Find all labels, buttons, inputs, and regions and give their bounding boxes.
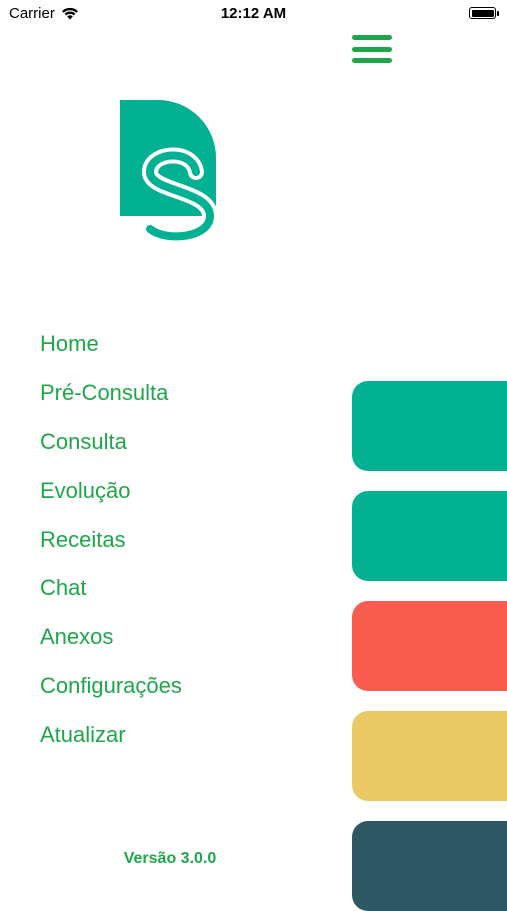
menu-item-chat[interactable]: Chat: [40, 569, 182, 618]
menu-item-configuracoes[interactable]: Configurações: [40, 667, 182, 716]
status-time: 12:12 AM: [220, 5, 287, 22]
menu-item-consulta[interactable]: Consulta: [40, 423, 182, 472]
menu-item-atualizar[interactable]: Atualizar: [40, 716, 182, 765]
menu-item-evolucao[interactable]: Evolução: [40, 472, 182, 521]
menu-item-pre-consulta[interactable]: Pré-Consulta: [40, 374, 182, 423]
menu-item-anexos[interactable]: Anexos: [40, 618, 182, 667]
menu-item-home[interactable]: Home: [40, 325, 182, 374]
battery-full-icon: [469, 7, 499, 19]
ds-logo: [120, 100, 219, 244]
background-card-slate[interactable]: [352, 821, 507, 911]
menu-item-receitas[interactable]: Receitas: [40, 521, 182, 570]
side-menu: Home Pré-Consulta Consulta Evolução Rece…: [40, 325, 182, 765]
background-card-teal-2[interactable]: [352, 491, 507, 581]
version-label: Versão 3.0.0: [123, 850, 217, 867]
status-bar: Carrier 12:12 AM: [0, 0, 507, 30]
hamburger-menu-icon[interactable]: [350, 32, 394, 66]
background-card-teal-1[interactable]: [352, 381, 507, 471]
background-card-red[interactable]: [352, 601, 507, 691]
background-card-yellow[interactable]: [352, 711, 507, 801]
